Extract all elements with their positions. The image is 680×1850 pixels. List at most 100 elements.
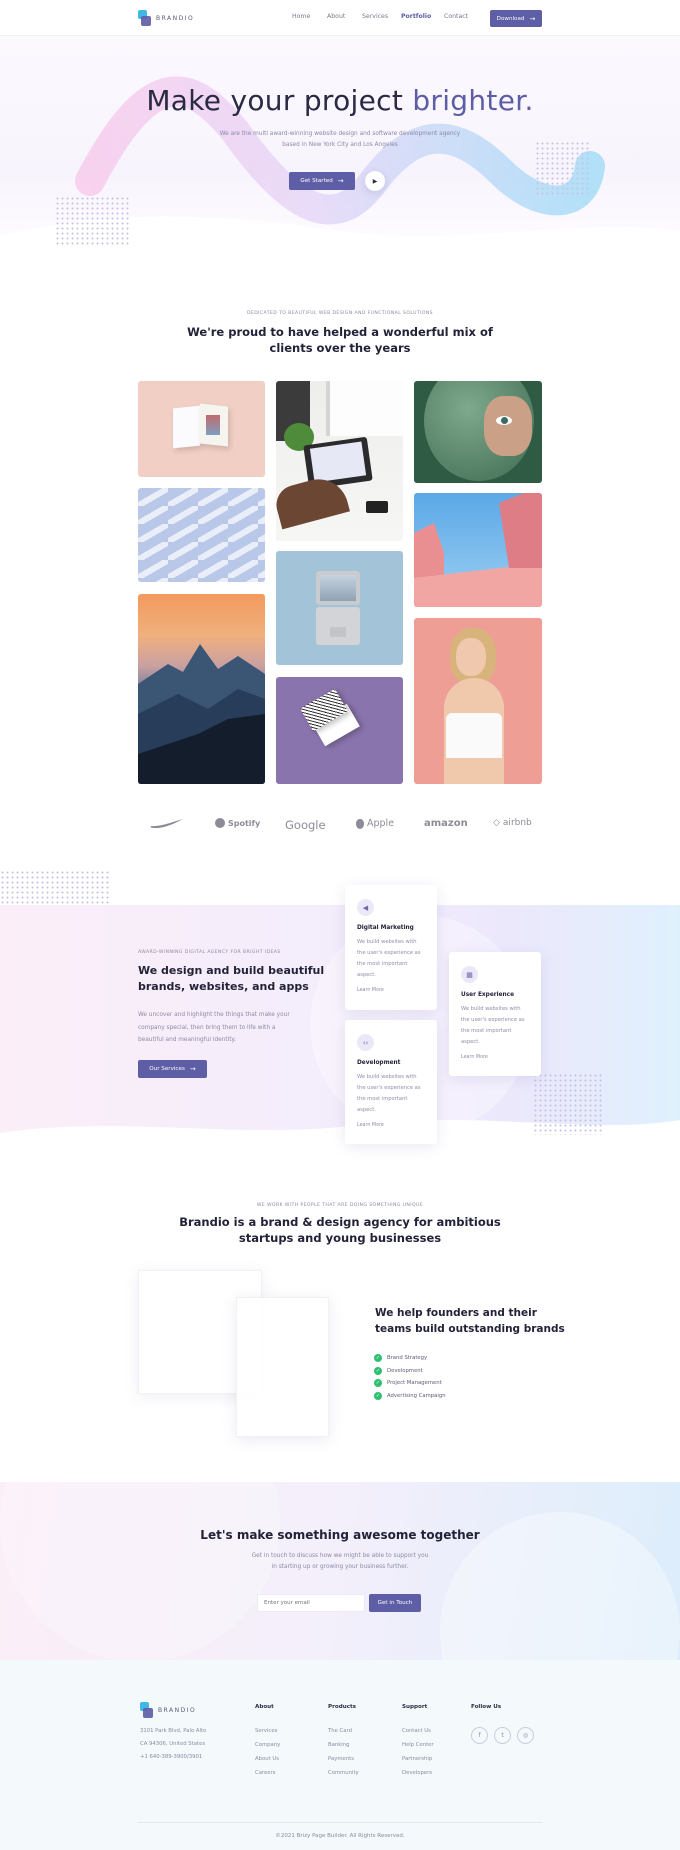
card-text: We build websites with the user's experie…	[357, 1074, 421, 1113]
get-in-touch-label: Get in Touch	[377, 1600, 413, 1606]
code-icon: ‹›	[357, 1034, 374, 1051]
nav-services[interactable]: Services	[362, 13, 388, 20]
client-logo-nike	[150, 818, 184, 828]
services-title: We design and build beautiful brands, we…	[138, 964, 325, 993]
card-title: User Experience	[461, 992, 515, 998]
apple-icon	[356, 818, 364, 829]
learn-more-link[interactable]: Learn More	[357, 1123, 384, 1128]
footer-link[interactable]: Services	[255, 1728, 277, 1734]
card-title: Digital Marketing	[357, 925, 414, 931]
nav-home[interactable]: Home	[292, 13, 310, 20]
spotify-icon	[215, 818, 225, 828]
check-icon: ✓	[374, 1379, 382, 1387]
gallery-image-pink-building[interactable]	[414, 493, 542, 607]
footer-link[interactable]: Company	[255, 1742, 280, 1748]
get-started-button[interactable]: Get Started →	[289, 172, 355, 190]
feature-item: ✓ Brand Strategy	[374, 1354, 428, 1362]
agency-title: Brandio is a brand & design agency for a…	[179, 1215, 501, 1245]
feature-title: We help founders and their teams build o…	[375, 1307, 565, 1335]
airbnb-icon: ◇	[493, 818, 500, 828]
services-section	[0, 905, 680, 1150]
check-icon: ✓	[374, 1367, 382, 1375]
download-button[interactable]: Download →	[490, 10, 542, 27]
service-card-development[interactable]: ‹› Development We build websites with the…	[345, 1020, 437, 1144]
get-started-label: Get Started	[300, 178, 333, 184]
facebook-icon[interactable]: f	[471, 1727, 488, 1744]
gallery-image-portrait[interactable]	[414, 618, 542, 784]
play-icon: ▶	[372, 177, 378, 185]
footer-link[interactable]: About Us	[255, 1756, 279, 1762]
nav-about[interactable]: About	[327, 13, 345, 20]
footer-phone: +1 640-389-3900/3901	[140, 1754, 203, 1760]
footer-link[interactable]: Payments	[328, 1756, 354, 1762]
footer-brand-logo[interactable]: BRANDIO	[140, 1702, 196, 1718]
gallery-image-business-cards[interactable]	[276, 677, 403, 784]
cta-title: Let's make something awesome together	[200, 1528, 480, 1542]
brand-name: BRANDIO	[158, 1706, 197, 1714]
cta-description: Get in touch to discuss how we might be …	[251, 1553, 429, 1570]
hero-subtitle: We are the multi award-winning website d…	[219, 131, 461, 148]
gallery-image-mountains[interactable]	[138, 594, 265, 784]
client-logo-spotify: Spotify	[215, 818, 260, 828]
footer-link[interactable]: Contact Us	[402, 1728, 431, 1734]
footer-link[interactable]: Help Center	[402, 1742, 434, 1748]
image-placeholder	[236, 1297, 329, 1437]
footer-address: CA 94306, United States	[140, 1741, 206, 1747]
feature-item: ✓ Development	[374, 1367, 423, 1375]
logo-mark-icon	[138, 10, 151, 26]
email-input[interactable]	[257, 1594, 365, 1612]
footer-heading-support: Support	[402, 1704, 428, 1710]
check-icon: ✓	[374, 1354, 382, 1362]
instagram-icon[interactable]: ◎	[517, 1727, 534, 1744]
learn-more-link[interactable]: Learn More	[461, 1055, 488, 1060]
client-logo-apple: Apple	[356, 818, 394, 829]
gallery-image-laptop[interactable]	[276, 551, 403, 665]
download-label: Download	[496, 15, 525, 22]
footer-link[interactable]: Partnership	[402, 1756, 432, 1762]
nav-portfolio[interactable]: Portfolio	[401, 13, 431, 20]
card-text: We build websites with the user's experie…	[357, 939, 421, 978]
footer-link[interactable]: The Card	[328, 1728, 352, 1734]
footer-link[interactable]: Banking	[328, 1742, 350, 1748]
footer-heading-follow: Follow Us	[471, 1704, 502, 1710]
our-services-button[interactable]: Our Services →	[138, 1060, 207, 1078]
client-logo-amazon: amazon	[424, 818, 468, 829]
feature-item: ✓ Advertising Campaign	[374, 1392, 446, 1400]
gallery-image-cards-pattern[interactable]	[138, 488, 265, 582]
megaphone-icon: ◀	[357, 899, 374, 916]
logo-mark-icon	[140, 1702, 153, 1718]
service-card-digital-marketing[interactable]: ◀ Digital Marketing We build websites wi…	[345, 885, 437, 1010]
nike-swoosh-icon	[150, 819, 183, 828]
card-title: Development	[357, 1060, 401, 1066]
twitter-icon[interactable]: t	[494, 1727, 511, 1744]
client-logo-airbnb: ◇ airbnb	[493, 818, 532, 828]
gallery-image-leaf-eye[interactable]	[414, 381, 542, 483]
footer-link[interactable]: Careers	[255, 1770, 275, 1776]
hero-section: Make your project brighter. We are the m…	[0, 36, 680, 266]
footer-link[interactable]: Developers	[402, 1770, 432, 1776]
site-header: BRANDIO Home About Services Portfolio Co…	[0, 0, 680, 36]
gallery-image-brochure[interactable]	[138, 381, 265, 477]
dot-pattern	[533, 1073, 603, 1135]
services-kicker: AWARD-WINNING DIGITAL AGENCY FOR BRIGHT …	[138, 950, 281, 955]
nav-contact[interactable]: Contact	[444, 13, 468, 20]
arrow-right-icon: →	[337, 177, 344, 185]
hero-title: Make your project brighter.	[146, 84, 534, 117]
copyright: ©2021 Brizy Page Builder. All Rights Res…	[275, 1833, 405, 1839]
gallery-image-workspace[interactable]	[276, 381, 403, 541]
learn-more-link[interactable]: Learn More	[357, 988, 384, 993]
agency-kicker: WE WORK WITH PEOPLE THAT ARE DOING SOMET…	[256, 1203, 424, 1208]
service-card-user-experience[interactable]: ▦ User Experience We build websites with…	[449, 952, 541, 1076]
brand-name: BRANDIO	[156, 14, 195, 22]
our-services-label: Our Services	[149, 1066, 185, 1072]
layout-icon: ▦	[461, 966, 478, 983]
play-video-button[interactable]: ▶	[365, 171, 385, 191]
services-description: We uncover and highlight the things that…	[138, 1012, 290, 1043]
brand-logo[interactable]: BRANDIO	[138, 10, 194, 26]
get-in-touch-button[interactable]: Get in Touch	[369, 1594, 421, 1612]
dot-pattern	[55, 196, 130, 246]
footer-address: 3101 Park Blvd, Palo Alto	[140, 1728, 207, 1734]
footer-link[interactable]: Community	[328, 1770, 359, 1776]
clients-title: We're proud to have helped a wonderful m…	[187, 325, 493, 355]
footer-heading-products: Products	[328, 1704, 357, 1710]
